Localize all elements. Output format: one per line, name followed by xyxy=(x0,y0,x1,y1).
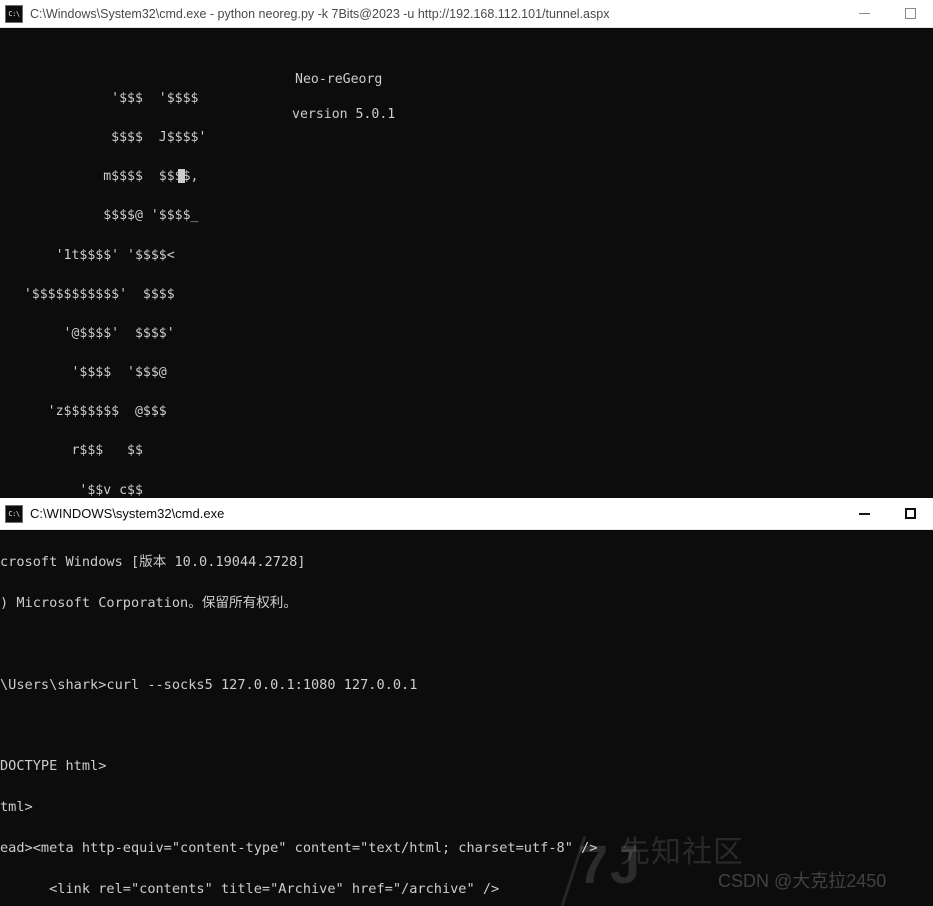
cmd-icon: C:\ xyxy=(5,4,23,23)
maximize-button[interactable] xyxy=(887,498,933,529)
art-line: r$$$ $$ xyxy=(0,443,143,459)
desktop-screen: C:\ C:\Windows\System32\cmd.exe - python… xyxy=(0,0,933,906)
art-line: '$$$$ '$$$@ xyxy=(0,365,167,381)
maximize-button[interactable] xyxy=(887,0,933,27)
minimize-icon xyxy=(858,13,870,14)
art-line: 'z$$$$$$$ @$$$ xyxy=(0,404,167,420)
art-line: m$$$$ $$$$, xyxy=(0,169,199,185)
maximize-icon xyxy=(904,508,916,519)
art-line: '@$$$$' $$$$' xyxy=(0,325,175,341)
minimize-button[interactable] xyxy=(841,0,887,27)
window2-title: C:\WINDOWS\system32\cmd.exe xyxy=(30,506,225,521)
console-line: tml> xyxy=(0,799,33,816)
console-command-line: \Users\shark>curl --socks5 127.0.0.1:108… xyxy=(0,676,418,693)
console-line: ead><meta http-equiv="content-type" cont… xyxy=(0,839,598,856)
art-line: $$$$ J$$$$' xyxy=(0,129,207,145)
console-line: DOCTYPE html> xyxy=(0,758,107,775)
neoreg-version: version 5.0.1 xyxy=(292,107,396,122)
console-line: <link rel="contents" title="Archive" hre… xyxy=(0,880,500,897)
window1-console-output[interactable]: '$$$ '$$$$ $$$$ J$$$$' m$$$$ $$$$, $$$$@… xyxy=(0,28,933,498)
art-line: $$$$@ '$$$$_ xyxy=(0,208,199,224)
window2-console-output[interactable]: crosoft Windows [版本 10.0.19044.2728] ) M… xyxy=(0,530,933,906)
window1-title: C:\Windows\System32\cmd.exe - python neo… xyxy=(30,6,610,21)
art-line: '$$$$$$$$$$$' $$$$ xyxy=(0,286,175,302)
cmd-window-curl: C:\ C:\WINDOWS\system32\cmd.exe crosoft … xyxy=(0,498,933,906)
art-line: '1t$$$$' '$$$$< xyxy=(0,247,175,263)
minimize-button[interactable] xyxy=(841,498,887,529)
art-line: '$$$ '$$$$ xyxy=(0,90,199,106)
neoreg-ascii-art: '$$$ '$$$$ $$$$ J$$$$' m$$$$ $$$$, $$$$@… xyxy=(0,69,933,498)
console-line: crosoft Windows [版本 10.0.19044.2728] xyxy=(0,554,306,571)
window2-controls xyxy=(841,498,933,529)
console-cursor xyxy=(178,166,185,185)
window1-controls xyxy=(841,0,933,27)
neoreg-app-name: Neo-reGeorg xyxy=(295,72,383,87)
cmd-window-neoreg: C:\ C:\Windows\System32\cmd.exe - python… xyxy=(0,0,933,498)
window1-titlebar[interactable]: C:\ C:\Windows\System32\cmd.exe - python… xyxy=(0,0,933,28)
art-line: '$$v c$$ xyxy=(0,482,143,498)
cmd-icon: C:\ xyxy=(5,504,23,523)
maximize-icon xyxy=(904,8,916,19)
console-line: ) Microsoft Corporation。保留所有权利。 xyxy=(0,595,297,612)
window2-titlebar[interactable]: C:\ C:\WINDOWS\system32\cmd.exe xyxy=(0,498,933,530)
minimize-icon xyxy=(858,512,870,515)
